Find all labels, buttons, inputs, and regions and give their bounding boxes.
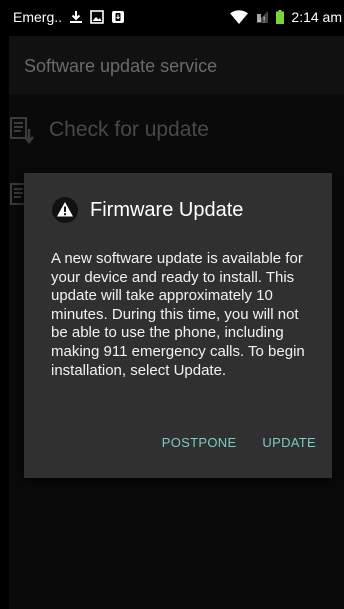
app-title: Software update service bbox=[24, 56, 218, 76]
wifi-icon bbox=[230, 10, 249, 24]
no-sim-signal-icon: ! bbox=[255, 10, 269, 25]
status-bar-left: Emerg.. bbox=[13, 9, 125, 25]
svg-text:!: ! bbox=[263, 16, 265, 25]
download-notification-icon bbox=[69, 10, 83, 24]
battery-icon bbox=[276, 10, 285, 24]
menu-item-label: Check for update bbox=[49, 118, 209, 141]
menu-item-check-for-update[interactable]: Check for update bbox=[9, 103, 344, 157]
postpone-button[interactable]: POSTPONE bbox=[162, 435, 237, 450]
carrier-label: Emerg.. bbox=[13, 9, 63, 25]
app-header: Software update service bbox=[9, 36, 344, 94]
warning-icon bbox=[52, 197, 78, 223]
clock: 2:14 am bbox=[291, 9, 342, 25]
firmware-update-dialog: Firmware Update A new software update is… bbox=[24, 173, 332, 478]
status-bar: Emerg.. ! 2:14 am bbox=[9, 0, 344, 36]
dialog-message: A new software update is available for y… bbox=[51, 250, 305, 379]
status-bar-right: ! 2:14 am bbox=[230, 9, 342, 25]
download-document-icon bbox=[10, 117, 36, 145]
dialog-header: Firmware Update bbox=[52, 197, 243, 223]
phone-screen: Emerg.. ! 2:14 am Software update servic… bbox=[9, 0, 344, 609]
image-notification-icon bbox=[90, 10, 104, 24]
update-notification-icon bbox=[111, 10, 125, 24]
dialog-actions: POSTPONE UPDATE bbox=[162, 435, 316, 450]
update-button[interactable]: UPDATE bbox=[262, 435, 316, 450]
dialog-title: Firmware Update bbox=[90, 198, 244, 221]
